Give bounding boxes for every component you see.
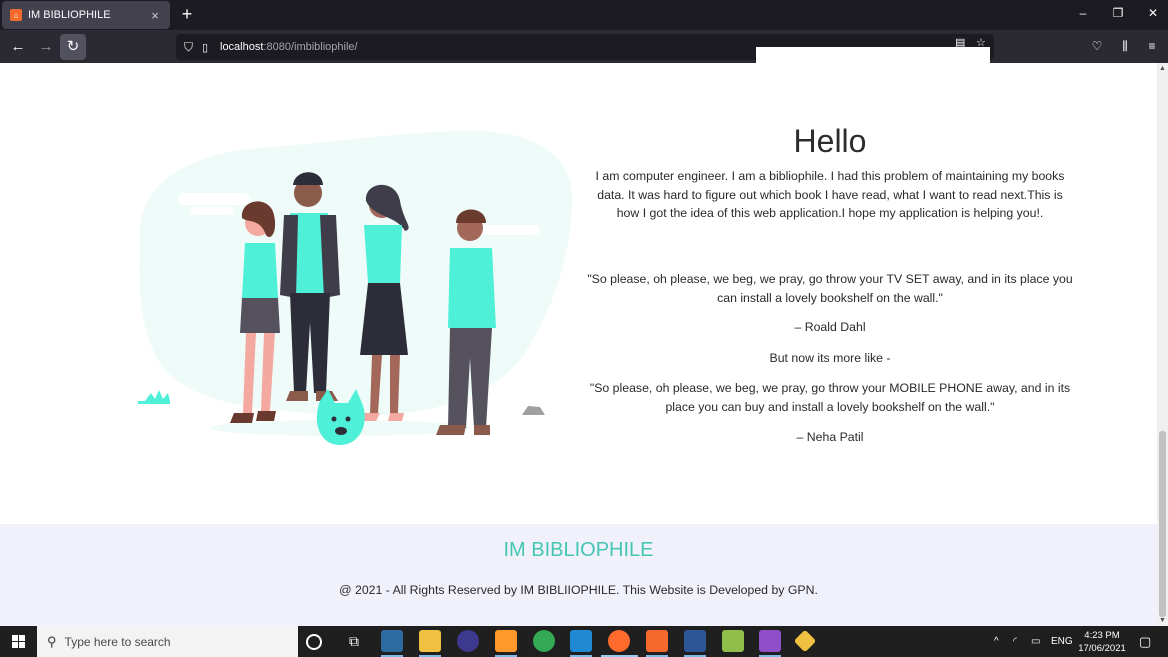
site-favicon-icon: ⌂ xyxy=(10,9,22,21)
url-path: :8080/imbibliophile/ xyxy=(263,41,358,53)
footer-copyright: @ 2021 - All Rights Reserved by IM BIBLI… xyxy=(339,583,818,597)
search-placeholder: Type here to search xyxy=(64,634,171,649)
language-indicator[interactable]: ENG xyxy=(1051,626,1073,657)
tab-close-button[interactable]: × xyxy=(148,8,162,23)
page-info-icon[interactable]: ▯ xyxy=(202,41,220,54)
wifi-icon[interactable]: ◜ xyxy=(1013,626,1017,657)
page-heading: Hello xyxy=(793,123,867,159)
page-viewport: Hello I am computer engineer. I am a bib… xyxy=(0,63,1157,626)
tracking-shield-icon[interactable]: ⛉ xyxy=(184,40,198,55)
visual-studio-icon[interactable] xyxy=(759,630,781,652)
clock-time: 4:23 PM xyxy=(1084,630,1120,641)
forward-button[interactable]: → xyxy=(33,34,59,60)
menu-icon[interactable]: ≡ xyxy=(1143,39,1161,53)
notepad-icon[interactable] xyxy=(722,630,744,652)
system-clock[interactable]: 4:23 PM 17/06/2021 xyxy=(1074,629,1130,655)
minimize-button[interactable]: – xyxy=(1073,6,1093,20)
transition-text: But now its more like - xyxy=(769,351,891,365)
reload-button[interactable]: ↻ xyxy=(60,34,86,60)
restore-button[interactable]: ❐ xyxy=(1108,6,1128,20)
url-host: localhost xyxy=(220,41,264,53)
clock-date: 17/06/2021 xyxy=(1078,643,1126,654)
quote-1-author: – Roald Dahl xyxy=(794,320,866,334)
scrollbar-thumb[interactable] xyxy=(1159,431,1166,617)
cortana-icon[interactable] xyxy=(306,634,322,650)
sublime-text-icon[interactable] xyxy=(495,630,517,652)
quote-1: "So please, oh please, we beg, we pray, … xyxy=(587,272,1073,305)
battery-icon[interactable]: ▭ xyxy=(1031,626,1040,657)
firefox-icon[interactable] xyxy=(608,630,630,652)
close-window-button[interactable]: ✕ xyxy=(1143,6,1163,20)
notification-icon[interactable]: ▢ xyxy=(1139,626,1151,657)
git-icon[interactable] xyxy=(793,629,817,653)
vscode-icon[interactable] xyxy=(570,630,592,652)
network-app-icon[interactable] xyxy=(381,630,403,652)
browser-nav-bar: ← → ↻ ⛉ ▯ localhost:8080/imbibliophile/ … xyxy=(0,30,1168,63)
scroll-down-icon[interactable]: ▼ xyxy=(1157,617,1168,624)
word-icon[interactable] xyxy=(684,630,706,652)
pocket-icon[interactable]: ♡ xyxy=(1088,39,1106,53)
search-icon: ⚲ xyxy=(47,633,57,649)
windows-logo-icon xyxy=(11,635,25,648)
page-footer: IM BIBLIOPHILE @ 2021 - All Rights Reser… xyxy=(0,524,1157,626)
footer-brand: IM BIBLIOPHILE xyxy=(503,539,654,561)
chrome-icon[interactable] xyxy=(533,630,555,652)
taskbar-search[interactable]: ⚲ Type here to search xyxy=(37,626,298,657)
eclipse-icon[interactable] xyxy=(457,630,479,652)
quote-2: "So please, oh please, we beg, we pray, … xyxy=(589,381,1071,414)
people-illustration xyxy=(138,130,573,445)
windows-taskbar: ⚲ Type here to search ⧉ ^ ◜ ▭ ENG 4:23 P… xyxy=(0,626,1168,657)
new-tab-button[interactable]: + xyxy=(178,5,196,23)
quote-2-author: – Neha Patil xyxy=(796,430,864,444)
tray-expand-icon[interactable]: ^ xyxy=(994,626,999,657)
intro-paragraph: I am computer engineer. I am a bibliophi… xyxy=(595,169,1065,220)
file-explorer-icon[interactable] xyxy=(419,630,441,652)
browser-tab-bar: ⌂ IM BIBLIOPHILE × + – ❐ ✕ xyxy=(0,0,1168,30)
back-button[interactable]: ← xyxy=(5,34,31,60)
task-view-icon[interactable]: ⧉ xyxy=(343,630,365,652)
tab-im-bibliophile[interactable]: ⌂ IM BIBLIOPHILE × xyxy=(2,1,170,29)
scroll-up-icon[interactable]: ▲ xyxy=(1157,65,1168,72)
start-button[interactable] xyxy=(0,626,36,657)
url-text[interactable]: localhost:8080/imbibliophile/ xyxy=(220,41,358,53)
xampp-icon[interactable] xyxy=(646,630,668,652)
library-icon[interactable]: ⫼ xyxy=(1116,39,1134,54)
address-bar-dropdown xyxy=(756,47,990,63)
tab-title: IM BIBLIOPHILE xyxy=(28,9,111,21)
page-scrollbar[interactable]: ▲ ▼ xyxy=(1157,63,1168,626)
